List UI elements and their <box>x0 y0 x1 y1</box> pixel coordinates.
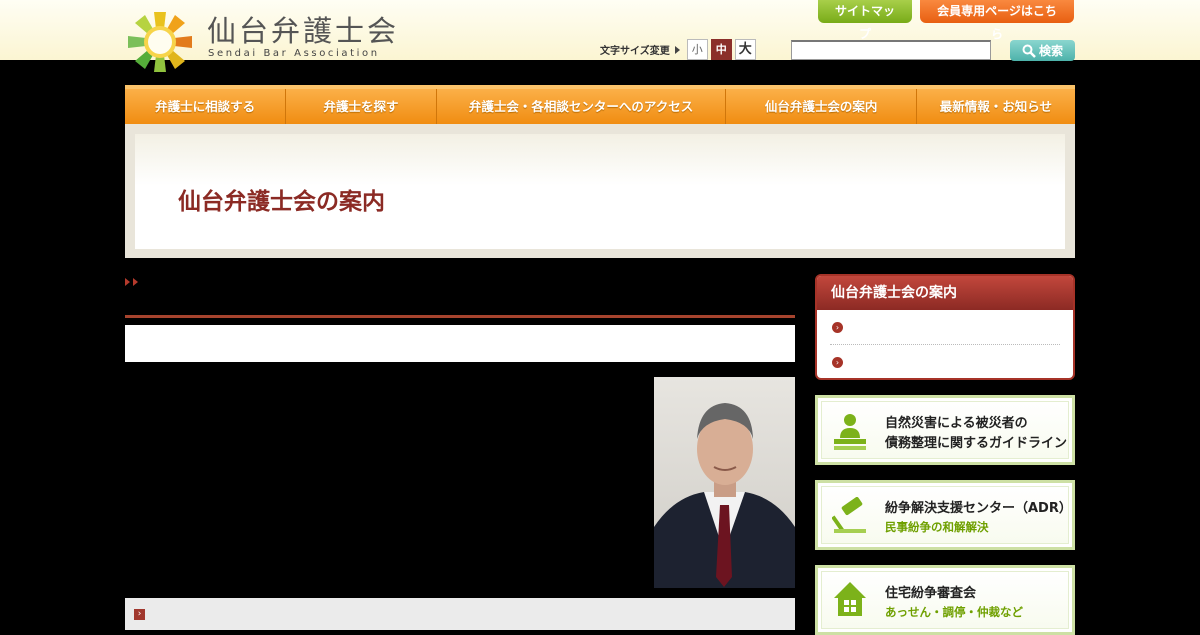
banner-title: 住宅紛争審査会 <box>885 586 977 601</box>
page-title-inner: 仙台弁護士会の案内 <box>135 134 1065 249</box>
font-size-switcher: 文字サイズ変更 小 中 大 <box>600 39 756 60</box>
sidebar-menu-item[interactable]: › <box>830 345 1060 378</box>
global-nav: 弁護士に相談する 弁護士を探す 弁護士会・各相談センターへのアクセス 仙台弁護士… <box>125 85 1075 125</box>
gavel-icon <box>832 497 866 533</box>
logo-flower-icon[interactable] <box>124 8 196 76</box>
font-size-small-button[interactable]: 小 <box>686 39 708 60</box>
banner-housing-dispute[interactable]: 住宅紛争審査会 あっせん・調停・仲裁など <box>815 565 1075 635</box>
page-title: 仙台弁護士会の案内 <box>178 189 385 215</box>
search-button-label: 検索 <box>1038 44 1063 58</box>
banner-disaster-guideline[interactable]: 自然災害による被災者の 債務整理に関するガイドライン <box>815 395 1075 465</box>
page-title-panel: 仙台弁護士会の案内 <box>125 124 1075 258</box>
banner-title: 自然災害による被災者の <box>885 416 1028 431</box>
person-desk-icon <box>834 414 866 450</box>
search-icon <box>1022 44 1036 58</box>
more-link-bar[interactable]: › <box>125 598 795 630</box>
font-size-medium-button[interactable]: 中 <box>710 39 732 60</box>
nav-access[interactable]: 弁護士会・各相談センターへのアクセス <box>437 89 727 125</box>
nav-find-lawyer[interactable]: 弁護士を探す <box>286 89 437 125</box>
arrow-circle-icon: › <box>832 357 843 368</box>
banner-adr[interactable]: 紛争解決支援センター（ADR） 民事紛争の和解解決 <box>815 480 1075 550</box>
search-button[interactable]: 検索 <box>1010 40 1075 61</box>
breadcrumb <box>125 278 138 286</box>
nav-about[interactable]: 仙台弁護士会の案内 <box>726 89 917 125</box>
banner-title-2: 債務整理に関するガイドライン <box>885 436 1068 451</box>
font-size-label: 文字サイズ変更 <box>600 46 670 57</box>
section-heading <box>125 315 795 362</box>
logo-subtitle: Sendai Bar Association <box>208 48 380 59</box>
nav-news[interactable]: 最新情報・お知らせ <box>917 89 1075 125</box>
sitemap-link[interactable]: サイトマップ <box>818 0 912 41</box>
house-icon <box>834 582 866 616</box>
banner-title: 紛争解決支援センター（ADR） <box>885 501 1072 516</box>
arrow-circle-icon: › <box>832 322 843 333</box>
sidebar-menu-title: 仙台弁護士会の案内 <box>817 276 1073 310</box>
arrow-right-icon: › <box>134 609 145 620</box>
triangle-right-icon <box>674 45 680 54</box>
breadcrumb-arrow-icon <box>133 278 138 286</box>
banner-subtitle: 民事紛争の和解解決 <box>885 520 989 534</box>
section-heading-stripe <box>125 318 795 325</box>
top-links: サイトマップ 会員専用ページはこちら <box>818 0 1074 41</box>
banner-subtitle: あっせん・調停・仲裁など <box>885 605 1023 619</box>
search-input[interactable] <box>791 40 991 60</box>
nav-consult[interactable]: 弁護士に相談する <box>125 89 287 125</box>
sidebar-menu-item[interactable]: › <box>830 310 1060 345</box>
member-page-link[interactable]: 会員専用ページはこちら <box>920 0 1074 41</box>
president-photo <box>654 377 795 588</box>
sidebar-menu: 仙台弁護士会の案内 › › <box>815 274 1075 380</box>
breadcrumb-arrow-icon <box>125 278 130 286</box>
logo-title[interactable]: 仙台弁護士会 <box>207 14 399 48</box>
font-size-large-button[interactable]: 大 <box>734 39 756 60</box>
